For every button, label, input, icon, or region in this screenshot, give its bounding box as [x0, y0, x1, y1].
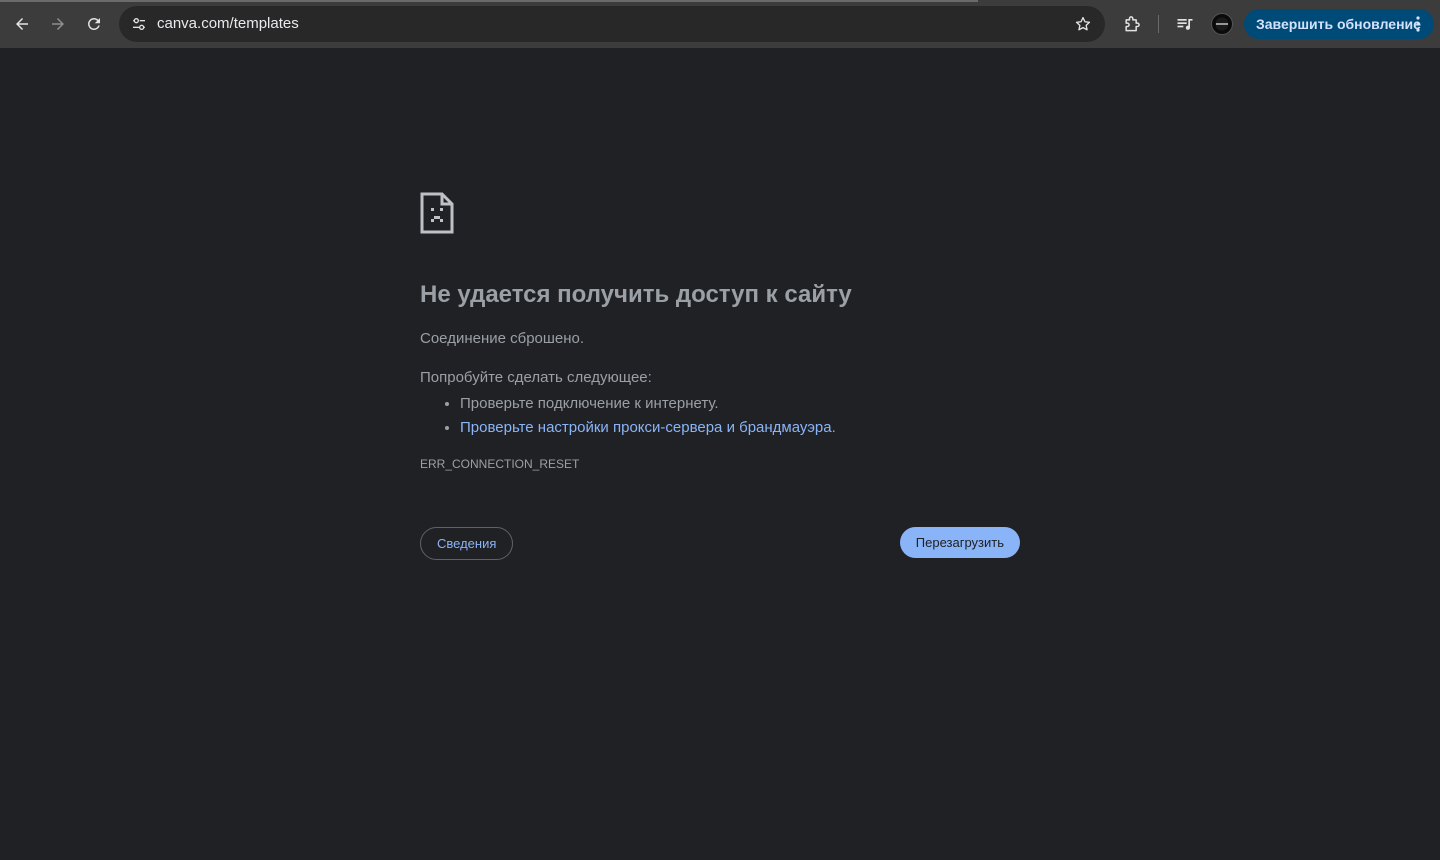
address-bar[interactable]: canva.com/templates: [119, 6, 1105, 42]
puzzle-icon: [1125, 16, 1140, 32]
reload-button[interactable]: [80, 10, 108, 38]
suggestions-list: Проверьте подключение к интернету. Прове…: [420, 392, 836, 440]
reload-icon: [87, 17, 100, 30]
site-info-button[interactable]: [127, 12, 151, 36]
error-page: Не удается получить доступ к сайту Соеди…: [420, 48, 1020, 860]
sad-document-icon: [420, 192, 454, 234]
suggestion-text: Проверьте подключение к интернету.: [460, 395, 719, 412]
suggestion-suffix: .: [831, 419, 836, 436]
toolbar-divider: [1158, 15, 1159, 33]
loading-strip: [0, 0, 978, 2]
finish-update-label: Завершить обновление: [1256, 16, 1421, 32]
star-icon: [1075, 16, 1091, 31]
details-button[interactable]: Сведения: [420, 527, 514, 560]
suggestion-check-proxy: Проверьте настройки прокси-сервера и бра…: [460, 416, 836, 440]
suggestions-intro: Попробуйте сделать следующее:: [420, 369, 652, 386]
error-code: ERR_CONNECTION_RESET: [420, 457, 580, 471]
proxy-settings-link[interactable]: Проверьте настройки прокси-сервера и бра…: [460, 419, 832, 436]
arrow-left-icon: [16, 18, 28, 30]
avatar[interactable]: [1211, 13, 1233, 35]
back-button[interactable]: [8, 10, 36, 38]
finish-update-button[interactable]: Завершить обновление: [1244, 9, 1434, 39]
suggestion-check-connection: Проверьте подключение к интернету.: [460, 392, 836, 416]
error-title: Не удается получить доступ к сайту: [420, 281, 852, 308]
url-text[interactable]: canva.com/templates: [157, 6, 299, 42]
browser-toolbar: canva.com/templates Завершить обновление: [0, 0, 1440, 48]
arrow-right-icon: [52, 18, 64, 30]
error-description: Соединение сброшено.: [420, 330, 585, 347]
playlist-music-icon: [1177, 19, 1193, 30]
media-controls-button[interactable]: [1171, 10, 1199, 38]
kebab-menu-icon[interactable]: [1410, 16, 1426, 32]
extensions-button[interactable]: [1118, 10, 1146, 38]
tune-icon: [133, 17, 145, 30]
reload-page-button[interactable]: Перезагрузить: [899, 527, 1020, 558]
forward-button[interactable]: [44, 10, 72, 38]
bookmark-button[interactable]: [1071, 12, 1095, 36]
